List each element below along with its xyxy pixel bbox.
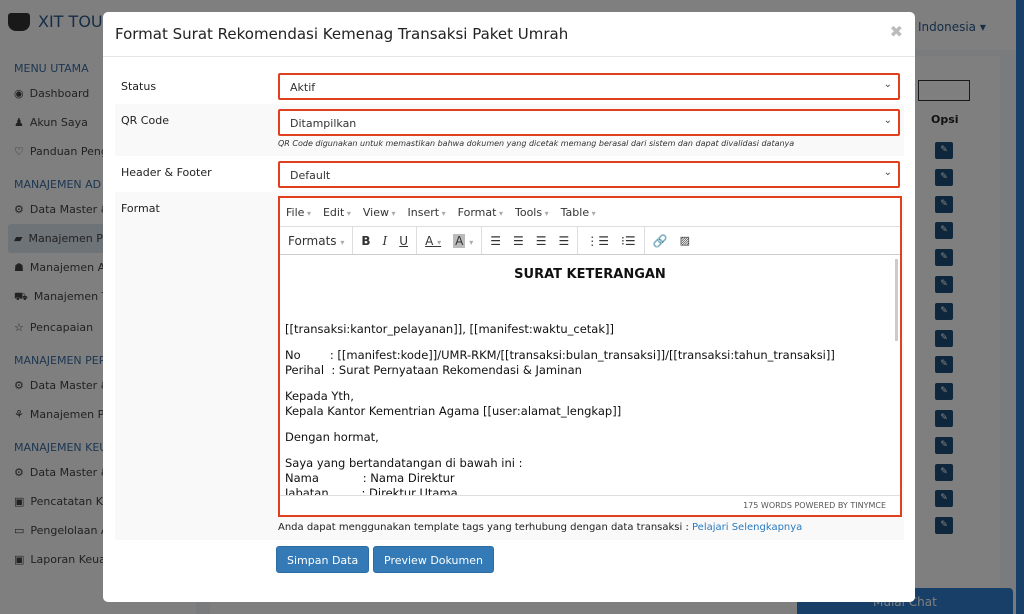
learn-more-link[interactable]: Pelajari Selengkapnya [692,522,802,533]
editor-content[interactable]: SURAT KETERANGAN [[transaksi:kantor_pela… [280,255,900,495]
qr-code-help: QR Code digunakan untuk memastikan bahwa… [278,139,795,148]
bullet-list-icon[interactable]: ⁝☰ [621,234,636,248]
header-footer-label: Header & Footer [121,166,212,179]
qr-code-select[interactable]: Ditampilkan ⌄ [278,109,900,136]
align-center-icon[interactable]: ☰ [513,234,524,248]
preview-button[interactable]: Preview Dokumen [373,546,494,573]
numbered-list-icon[interactable]: ⋮☰ [586,234,609,248]
modal-title: Format Surat Rekomendasi Kemenag Transak… [115,25,569,43]
chevron-down-icon: ⌄ [883,79,892,90]
text-color-icon[interactable]: A ▾ [425,234,441,248]
background-color-icon[interactable]: A ▾ [453,233,473,248]
editor-menubar: File Edit View Insert Format Tools Table [280,198,900,227]
align-left-icon[interactable]: ☰ [490,234,501,248]
bold-icon[interactable]: B [361,234,370,248]
format-modal: Format Surat Rekomendasi Kemenag Transak… [103,12,915,602]
image-icon[interactable]: ▨ [680,234,690,247]
underline-icon[interactable]: U [399,234,408,248]
editor-toolbar: Formats ▾ BIU A ▾ A ▾ ☰ ☰ ☰ ☰ ⋮☰ ⁝☰ 🔗 ▨ [280,227,900,255]
chevron-down-icon: ⌄ [883,115,892,126]
status-label: Status [121,80,157,93]
editor-menu-view[interactable]: View [363,206,396,219]
editor-menu-format[interactable]: Format [458,206,503,219]
editor-menu-edit[interactable]: Edit [323,206,351,219]
template-tags-note: Anda dapat menggunakan template tags yan… [278,522,803,533]
align-justify-icon[interactable]: ☰ [559,234,570,248]
rich-text-editor: File Edit View Insert Format Tools Table Forma… [278,196,902,517]
close-icon[interactable]: ✖ [890,22,903,41]
chevron-down-icon: ⌄ [883,167,892,178]
status-select[interactable]: Aktif ⌄ [278,73,900,100]
editor-menu-tools[interactable]: Tools [515,206,549,219]
format-label: Format [121,202,160,215]
editor-menu-table[interactable]: Table [561,206,596,219]
editor-statusbar: 175 WORDS POWERED BY TINYMCE [280,495,900,515]
save-button[interactable]: Simpan Data [276,546,370,573]
editor-scrollbar[interactable] [895,259,898,341]
italic-icon[interactable]: I [383,234,388,248]
align-right-icon[interactable]: ☰ [536,234,547,248]
editor-menu-file[interactable]: File [286,206,311,219]
qr-code-label: QR Code [121,114,169,127]
editor-menu-insert[interactable]: Insert [408,206,446,219]
header-footer-select[interactable]: Default ⌄ [278,161,900,188]
link-icon[interactable]: 🔗 [653,234,668,248]
formats-dropdown[interactable]: Formats ▾ [288,234,344,248]
